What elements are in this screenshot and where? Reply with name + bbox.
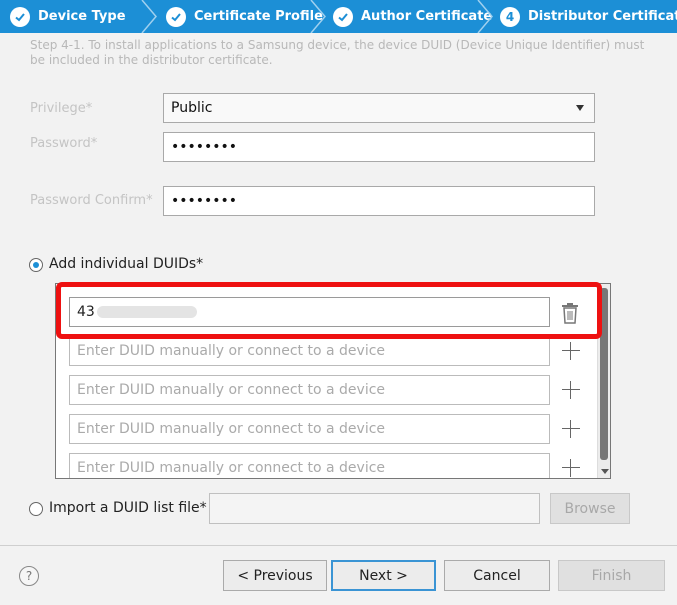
import-duid-label: Import a DUID list file* [49,500,207,516]
add-icon[interactable] [560,457,582,478]
scroll-down-arrow-icon[interactable] [601,469,609,474]
wizard-steps-bar: Device Type Certificate Profile Author C… [0,0,677,33]
footer-divider [0,545,677,546]
import-duid-radio[interactable] [29,502,43,516]
step-label: Author Certificate [361,9,493,24]
step-label: Certificate Profile [194,9,323,24]
step-certificate-profile: Certificate Profile [166,0,323,33]
duid-input[interactable]: Enter DUID manually or connect to a devi… [69,453,550,478]
check-icon [333,6,353,27]
import-file-path-field[interactable] [209,493,540,524]
duid-placeholder: Enter DUID manually or connect to a devi… [77,343,386,359]
cancel-button[interactable]: Cancel [444,560,550,591]
add-icon[interactable] [560,340,582,362]
duid-placeholder: Enter DUID manually or connect to a devi… [77,382,386,398]
step-author-certificate: Author Certificate [333,0,492,33]
step-description: Step 4-1. To install applications to a S… [30,38,645,67]
password-confirm-label: Password Confirm* [30,193,153,208]
individual-duids-label: Add individual DUIDs* [49,256,204,272]
password-confirm-value: •••••••• [171,193,238,209]
privilege-value: Public [171,100,213,116]
duid-placeholder: Enter DUID manually or connect to a devi… [77,421,386,437]
step-label: Distributor Certificate [528,9,677,24]
help-icon[interactable]: ? [19,566,39,586]
duid-input[interactable]: Enter DUID manually or connect to a devi… [69,375,550,405]
privilege-select[interactable]: Public [163,93,595,123]
privilege-label: Privilege* [30,101,93,116]
previous-button[interactable]: < Previous [223,560,327,591]
password-confirm-field[interactable]: •••••••• [163,186,595,216]
browse-button[interactable]: Browse [550,493,630,524]
step-number: 4 [500,6,520,27]
step-distributor-certificate: 4 Distributor Certificate [500,0,677,33]
add-icon[interactable] [560,379,582,401]
dropdown-arrow-icon [576,105,584,111]
finish-button[interactable]: Finish [558,560,665,591]
password-field[interactable]: •••••••• [163,132,595,162]
individual-duids-radio[interactable] [29,258,43,272]
add-icon[interactable] [560,418,582,440]
password-label: Password* [30,136,98,151]
step-separator [141,0,157,33]
step-device-type: Device Type [10,0,126,33]
duid-placeholder: Enter DUID manually or connect to a devi… [77,460,386,476]
check-icon [166,6,186,27]
step-separator [477,0,493,33]
step-separator [310,0,326,33]
password-value: •••••••• [171,139,238,155]
step-label: Device Type [38,9,126,24]
check-icon [10,6,30,27]
next-button[interactable]: Next > [331,560,436,591]
duid-input[interactable]: Enter DUID manually or connect to a devi… [69,414,550,444]
duid-input[interactable]: Enter DUID manually or connect to a devi… [69,336,550,366]
highlight-annotation [56,282,602,339]
